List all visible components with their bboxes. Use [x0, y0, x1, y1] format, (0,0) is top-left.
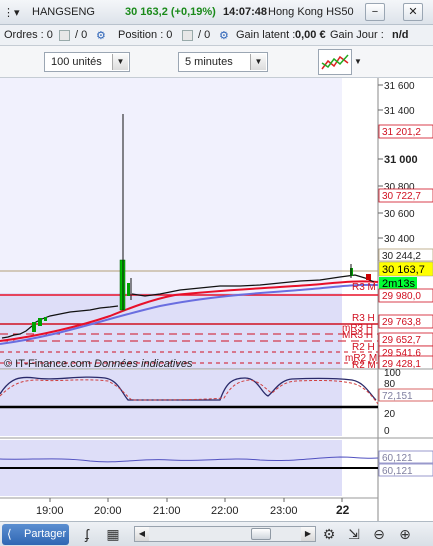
osc-tick: 0 — [384, 426, 390, 437]
x-tick: 20:00 — [94, 505, 122, 517]
y-tick: 30 244,2 — [382, 251, 421, 262]
watermark: © IT-Finance.com — [4, 358, 91, 370]
chart-area[interactable]: R3 M R3 H mR3 H MR3 H R2 H mR2 M R2 M © … — [0, 78, 433, 521]
y-tick-level: 29 980,0 — [382, 291, 421, 302]
orders-count: / 0 — [75, 29, 88, 41]
watermark-note: Données indicatives — [94, 358, 193, 370]
x-tick-day: 22 — [336, 503, 350, 517]
osc-tick: 80 — [384, 379, 396, 390]
minimize-button[interactable]: − — [365, 3, 385, 21]
y-tick: 30 600 — [384, 209, 415, 220]
chart-type-button[interactable] — [318, 49, 352, 75]
x-tick: 22:00 — [211, 505, 239, 517]
share-button[interactable]: ⟨ Partager — [2, 524, 69, 545]
units-select[interactable]: 100 unités ▼ — [44, 52, 130, 72]
settings-icon[interactable]: ⚙ — [320, 525, 338, 543]
y-tick-level: 29 652,7 — [382, 335, 421, 346]
latent-gain-label: Gain latent : — [236, 29, 296, 41]
oscillator-panel — [0, 370, 342, 436]
bottom-toolbar: ⟨ Partager ʄ ▦ ◀ ▶ ⚙ ⇲ ⊖ ⊕ — [0, 521, 433, 546]
units-value: 100 unités — [51, 56, 102, 68]
scroll-right-icon[interactable]: ▶ — [301, 527, 315, 541]
chevron-down-icon[interactable]: ▼ — [250, 54, 266, 70]
position-label: Position : 0 — [118, 29, 173, 41]
zoom-in-icon[interactable]: ⊕ — [396, 525, 414, 543]
x-tick: 21:00 — [153, 505, 181, 517]
y-tick-level: 29 763,8 — [382, 317, 421, 328]
chart-scrollbar[interactable]: ◀ ▶ — [134, 526, 316, 542]
chevron-down-icon[interactable]: ▼ — [352, 49, 364, 75]
share-label: Partager — [24, 528, 67, 540]
level-label: MR3 H — [342, 330, 373, 341]
y-tick: 30 400 — [384, 234, 415, 245]
y-tick-level: 30 722,7 — [382, 191, 421, 202]
x-tick: 19:00 — [36, 505, 64, 517]
day-gain-label: Gain Jour : — [330, 29, 384, 41]
x-tick: 23:00 — [270, 505, 298, 517]
osc-tick: 20 — [384, 409, 396, 420]
indicator-icon[interactable]: ʄ — [78, 525, 96, 543]
calculator-icon[interactable]: ▦ — [104, 525, 122, 543]
chart-toolbar: 100 unités ▼ 5 minutes ▼ ▼ — [0, 46, 433, 78]
level-label: R2 H — [352, 342, 375, 353]
osc2-value: 60,121 — [382, 466, 413, 477]
market-name: Hong Kong HS50 — [268, 6, 354, 18]
latent-gain-value: 0,00 € — [295, 29, 326, 41]
close-position-icon[interactable] — [182, 30, 193, 41]
y-tick: 31 600 — [384, 81, 415, 92]
gear-icon[interactable]: ⚙ — [219, 29, 229, 42]
close-button[interactable]: ✕ — [403, 3, 423, 21]
y-tick: 31 000 — [384, 154, 418, 166]
y-tick-level: 31 201,2 — [382, 127, 421, 138]
scroll-left-icon[interactable]: ◀ — [135, 527, 149, 541]
orders-bar: Ordres : 0 / 0 ⚙ Position : 0 / 0 ⚙ Gain… — [0, 25, 433, 46]
candle-timer: 2m13s — [382, 278, 416, 290]
level-label: R3 M — [352, 282, 376, 293]
chevron-down-icon[interactable]: ▼ — [112, 54, 128, 70]
scroll-thumb[interactable] — [251, 528, 271, 540]
cancel-orders-icon[interactable] — [59, 30, 70, 41]
zoom-out-icon[interactable]: ⊖ — [370, 525, 388, 543]
orders-label: Ordres : 0 — [4, 29, 53, 41]
osc2-value: 60,121 — [382, 453, 413, 464]
osc-value: 72,151 — [382, 391, 413, 402]
chart-type-icon — [321, 54, 349, 70]
dropdown-arrow-icon[interactable]: ⋮▾ — [3, 6, 20, 19]
current-price-label: 30 163,7 — [382, 264, 425, 276]
position-count: / 0 — [198, 29, 211, 41]
title-bar: ⋮▾ HANGSENG 30 163,2 (+0,19%) 14:07:48 H… — [0, 0, 433, 25]
y-tick: 31 400 — [384, 106, 415, 117]
osc-tick: 100 — [384, 368, 401, 379]
share-icon: ⟨ — [7, 527, 12, 541]
instrument-name[interactable]: HANGSENG — [32, 6, 95, 18]
interval-value: 5 minutes — [185, 56, 233, 68]
gear-icon[interactable]: ⚙ — [96, 29, 106, 42]
chart-canvas: R3 M R3 H mR3 H MR3 H R2 H mR2 M R2 M © … — [0, 78, 433, 521]
auto-scroll-icon[interactable]: ⇲ — [345, 525, 363, 543]
interval-select[interactable]: 5 minutes ▼ — [178, 52, 268, 72]
clock: 14:07:48 — [223, 6, 268, 18]
current-price: 30 163,2 (+0,19%) — [125, 6, 216, 18]
day-gain-value: n/d — [392, 29, 409, 41]
